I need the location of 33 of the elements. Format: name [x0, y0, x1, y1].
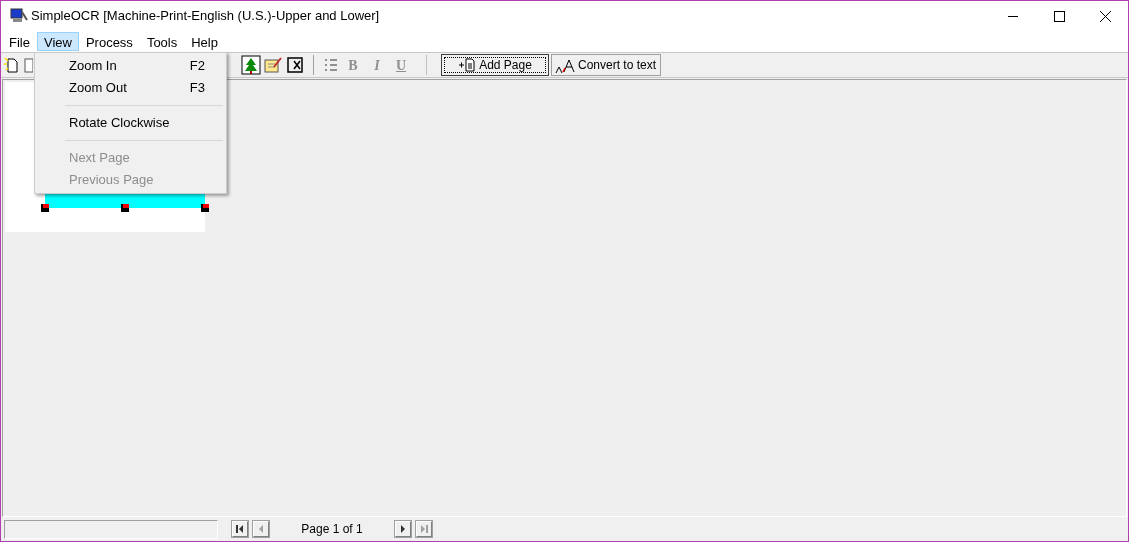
menu-item[interactable]: Process [78, 32, 140, 51]
menu-item[interactable]: Tools [139, 32, 185, 51]
resize-handle-icon[interactable] [121, 204, 129, 212]
menu-item[interactable]: File [2, 32, 37, 51]
first-page-button[interactable] [232, 521, 248, 537]
tree-image-icon[interactable] [241, 55, 261, 75]
convert-button[interactable]: Convert to text [551, 54, 661, 76]
shortcut-label: F3 [189, 79, 205, 98]
menu-item[interactable]: Help [184, 32, 225, 51]
window-title: SimpleOCR [Machine-Print-English (U.S.)-Upper and Lower] [31, 7, 380, 26]
shortcut-label: F2 [189, 57, 205, 76]
page-indicator: Page 1 of 1 [300, 521, 364, 538]
resize-handle-icon[interactable] [41, 204, 49, 212]
menu-option[interactable]: Zoom Out F3 [35, 77, 226, 99]
menu-option-label: Previous Page [69, 171, 154, 190]
resize-handle-icon[interactable] [201, 204, 209, 212]
close-icon [1099, 10, 1111, 22]
app-icon [10, 8, 28, 24]
new-document-icon[interactable] [3, 56, 21, 74]
next-page-button[interactable] [395, 521, 411, 537]
maximize-icon [1053, 10, 1065, 22]
menu-option[interactable]: Zoom In F2 [35, 55, 226, 77]
add-page-icon [458, 57, 477, 73]
list-icon[interactable] [322, 56, 340, 74]
menu-item[interactable]: View [36, 32, 79, 51]
menu-option-label: Next Page [69, 149, 130, 168]
add-page-button[interactable]: Add Page [441, 54, 549, 76]
menu-option[interactable]: Rotate Clockwise [35, 112, 226, 134]
menu-option-label: Rotate Clockwise [69, 114, 170, 133]
crop-icon[interactable] [285, 55, 305, 75]
menu-option-label: Zoom In [69, 57, 117, 76]
menu-option-label: Zoom Out [69, 79, 127, 98]
edit-icon[interactable] [263, 55, 283, 75]
